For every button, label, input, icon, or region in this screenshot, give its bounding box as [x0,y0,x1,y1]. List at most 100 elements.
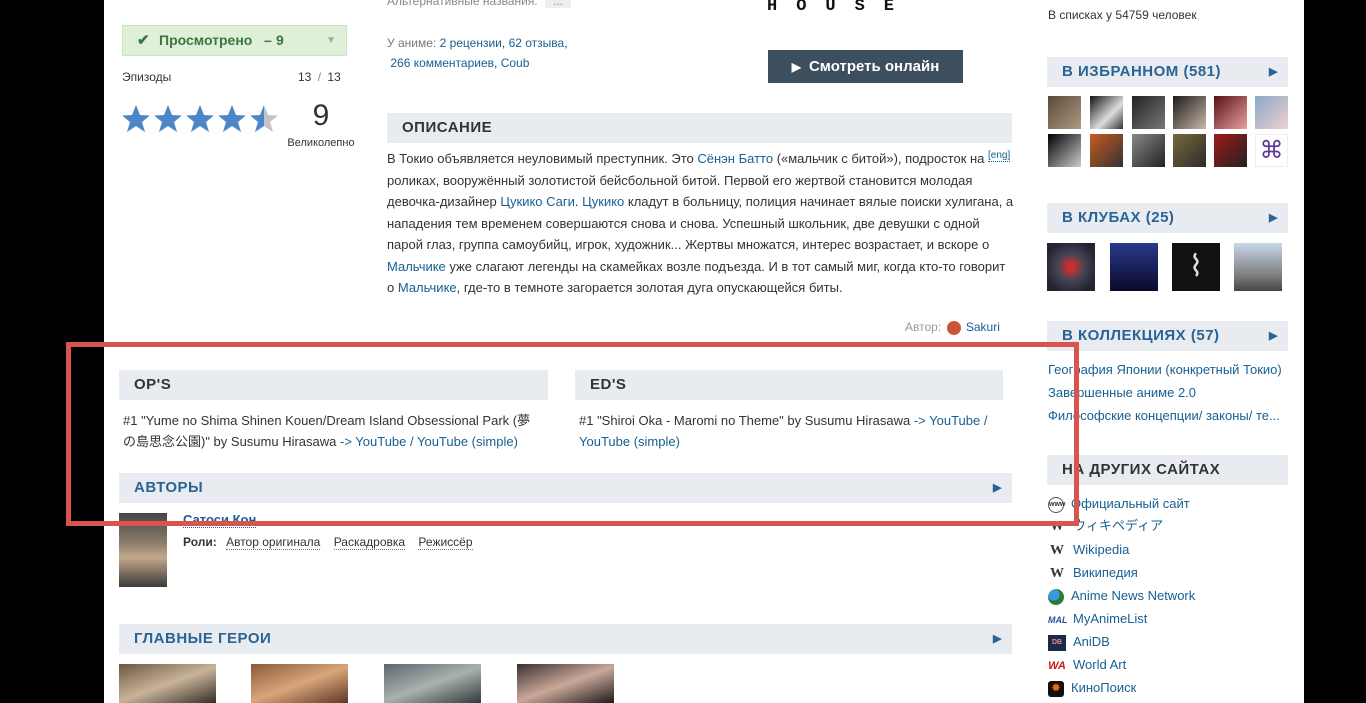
user-avatar[interactable] [1214,134,1247,167]
user-avatar[interactable] [1132,96,1165,129]
author-link[interactable]: Sakuri [966,320,1000,334]
site-link[interactable]: ウィキペディア [1073,518,1163,533]
chevron-right-icon[interactable]: ▶ [1269,57,1278,87]
star-icon[interactable] [122,105,150,132]
club-image[interactable] [1234,243,1282,291]
user-avatar[interactable] [1173,134,1206,167]
character-link[interactable]: Сёнэн Батто [697,151,773,166]
site-link[interactable]: КиноПоиск [1071,680,1136,695]
kinopoisk-icon: ✹ [1048,680,1064,697]
site-anidb[interactable]: DB AniDB [1048,632,1110,652]
rating-stars[interactable] [121,104,281,136]
episodes-sep: / [317,70,322,84]
episodes-progress: 13 / 13 [298,70,341,84]
site-wikipedia-ja[interactable]: W ウィキペディア [1048,516,1163,536]
site-link[interactable]: World Art [1073,657,1126,672]
episodes-label: Эпизоды [122,70,172,84]
role-tag[interactable]: Раскадровка [333,535,406,550]
site-wikipedia-en[interactable]: W Wikipedia [1048,540,1129,560]
feedback-link[interactable]: 62 отзыва [509,36,565,50]
star-half-icon[interactable] [250,105,278,132]
user-avatar[interactable] [1048,134,1081,167]
site-worldart[interactable]: WA World Art [1048,655,1126,675]
role-tag[interactable]: Режиссёр [418,535,473,550]
clubs-title: В КЛУБАХ [1062,209,1142,226]
collections-heading[interactable]: В КОЛЛЕКЦИЯХ (57) ▶ [1047,321,1288,351]
alt-names-more-button[interactable]: ... [545,0,572,8]
character-image[interactable] [251,664,348,703]
chevron-right-icon[interactable]: ▶ [993,624,1002,654]
coub-link[interactable]: Coub [501,56,530,70]
comments-link[interactable]: 266 комментариев [390,56,494,70]
author-avatar[interactable] [946,320,961,335]
site-official[interactable]: www Официальный сайт [1048,494,1190,514]
user-avatar[interactable] [1214,96,1247,129]
site-ann[interactable]: Anime News Network [1048,586,1195,606]
site-link[interactable]: Википедия [1073,565,1138,580]
character-image[interactable] [384,664,481,703]
site-link[interactable]: Официальный сайт [1071,496,1190,511]
authors-heading[interactable]: АВТОРЫ ▶ [119,473,1012,503]
score-value: 9 [312,99,330,132]
description-heading: ОПИСАНИЕ [387,113,1012,143]
clubs-count: (25) [1145,209,1175,226]
watch-online-button[interactable]: ▶ Смотреть онлайн [768,50,963,83]
collection-link[interactable]: Завершенные аниме 2.0 [1048,385,1196,400]
favorites-heading[interactable]: В ИЗБРАННОМ (581) ▶ [1047,57,1288,87]
chevron-right-icon[interactable]: ▶ [993,473,1002,503]
club-image[interactable] [1110,243,1158,291]
user-avatar[interactable] [1255,96,1288,129]
club-image[interactable]: ⌇ [1172,243,1220,291]
watched-sep: – [264,32,272,48]
desc-part: , где-то в темноте загорается золотая ду… [456,280,843,295]
main-characters-heading[interactable]: ГЛАВНЫЕ ГЕРОИ ▶ [119,624,1012,654]
star-icon[interactable] [186,105,214,132]
reviews-link[interactable]: 2 рецензии [440,36,502,50]
eds-youtube-simple-link[interactable]: YouTube (simple) [579,434,680,449]
author-photo[interactable] [119,513,167,587]
star-icon[interactable] [154,105,182,132]
site-link[interactable]: AniDB [1073,634,1110,649]
collections-list: География Японии (конкретный Токио) Заве… [1048,358,1293,427]
chevron-right-icon[interactable]: ▶ [1269,321,1278,351]
site-link[interactable]: Wikipedia [1073,542,1129,557]
collection-link[interactable]: География Японии (конкретный Токио) [1048,362,1282,377]
user-avatar[interactable] [1090,134,1123,167]
ops-youtube-link[interactable]: -> YouTube / YouTube (simple) [340,434,518,449]
site-mal[interactable]: MAL MyAnimeList [1048,609,1147,629]
studio-logo[interactable]: HOUSE [767,0,963,20]
alt-names-label: Альтернативные названия: [387,0,538,8]
character-image[interactable] [119,664,216,703]
ops-title: OP'S [134,376,172,393]
chevron-down-icon[interactable]: ▼ [326,26,336,55]
user-avatar[interactable] [1132,134,1165,167]
user-avatar[interactable] [1173,96,1206,129]
character-link[interactable]: Мальчике [387,259,446,274]
site-wikipedia-ru[interactable]: W Википедия [1048,563,1138,583]
role-tag[interactable]: Автор оригинала [226,535,321,550]
eds-youtube-link[interactable]: -> YouTube / [914,413,988,428]
author-name-link[interactable]: Сатоси Кон [183,512,257,528]
user-avatar[interactable] [1048,96,1081,129]
site-link[interactable]: Anime News Network [1071,588,1195,603]
roles-label: Роли: [183,535,217,549]
club-image[interactable] [1047,243,1095,291]
collection-link[interactable]: Философские концепции/ законы/ те... [1048,408,1280,423]
character-link[interactable]: Цукико [582,194,624,209]
chevron-right-icon[interactable]: ▶ [1269,203,1278,233]
site-link[interactable]: MyAnimeList [1073,611,1147,626]
alt-names: Альтернативные названия: ... [387,0,572,8]
character-link[interactable]: Цукико Саги [500,194,575,209]
character-link[interactable]: Мальчике [398,280,457,295]
watched-status-button[interactable]: ✔ Просмотрено – 9 ▼ [122,25,347,56]
clubs-heading[interactable]: В КЛУБАХ (25) ▶ [1047,203,1288,233]
user-avatar[interactable]: ⌘ [1255,134,1288,167]
author-name[interactable]: Сатоси Кон [183,512,257,528]
worldart-icon: WA [1048,659,1066,672]
globe-icon: www [1048,496,1065,513]
site-kinopoisk[interactable]: ✹ КиноПоиск [1048,678,1136,698]
user-avatar[interactable] [1090,96,1123,129]
page: ✔ Просмотрено – 9 ▼ Эпизоды 13 / 13 9 Ве… [104,0,1304,703]
character-image[interactable] [517,664,614,703]
star-icon[interactable] [218,105,246,132]
